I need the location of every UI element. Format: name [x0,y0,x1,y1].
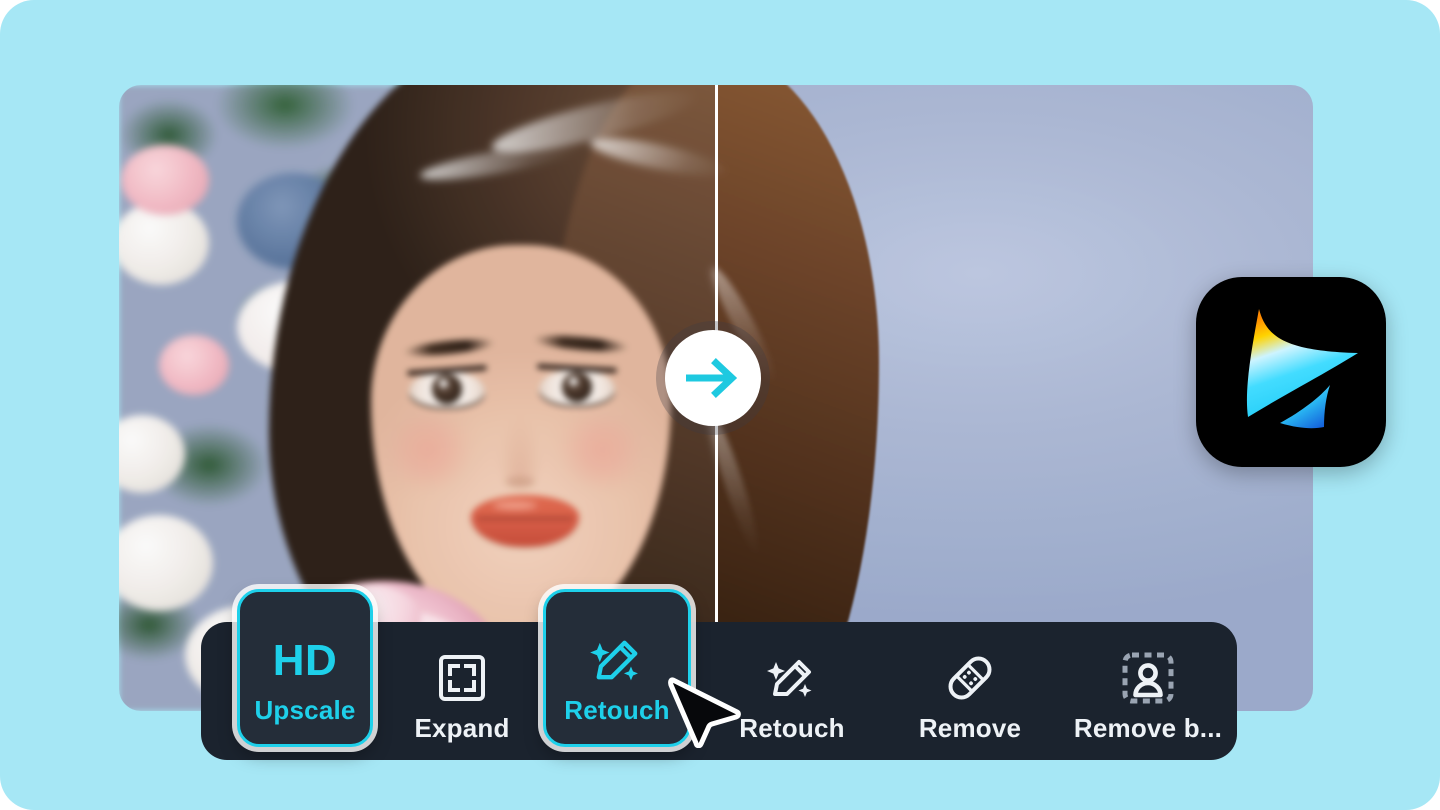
toolbar-item-remove[interactable]: Remove [881,622,1059,760]
cheek-blush [377,415,481,487]
person-in-dashed-frame-icon [1121,649,1175,707]
toolbar-item-remove-background[interactable]: Remove b... [1059,622,1237,760]
promo-canvas: Expand Retouch Remove Remove b... HD Ups… [0,0,1440,810]
toolbar-label-retouch-2: Retouch [739,713,845,743]
toolbar-item-upscale[interactable]: HD Upscale [237,589,373,747]
bandage-icon [943,649,997,707]
toolbar-label-expand: Expand [414,713,510,743]
iris [432,374,462,405]
toolbar-label-remove-background: Remove b... [1073,713,1223,743]
eye [539,369,615,407]
compare-arrow-badge[interactable] [665,330,761,426]
app-logo-mark [1246,309,1358,429]
lip-line [477,517,573,520]
nose-shadow [505,477,535,487]
cheek-blush [549,415,653,487]
lip-highlight [493,501,537,510]
toolbar-label-upscale: Upscale [254,695,356,725]
toolbar-item-expand[interactable]: Expand [373,622,551,760]
hd-badge: HD [272,636,338,685]
blossom-pink [121,145,209,215]
expand-icon [437,649,487,707]
iris [562,372,592,403]
toolbar-item-retouch-active[interactable]: Retouch [543,589,691,747]
magic-pencil-icon [765,649,819,707]
app-logo[interactable] [1196,277,1386,467]
magic-pencil-icon-active [588,631,646,689]
editing-toolbar[interactable]: Expand Retouch Remove Remove b... HD Ups… [201,589,1237,760]
eye [409,371,485,409]
toolbar-item-retouch[interactable]: Retouch [703,622,881,760]
toolbar-label-retouch-active: Retouch [564,695,670,725]
blossom-pink [159,335,229,395]
toolbar-label-remove: Remove [918,713,1022,743]
arrow-right-icon [686,358,738,398]
